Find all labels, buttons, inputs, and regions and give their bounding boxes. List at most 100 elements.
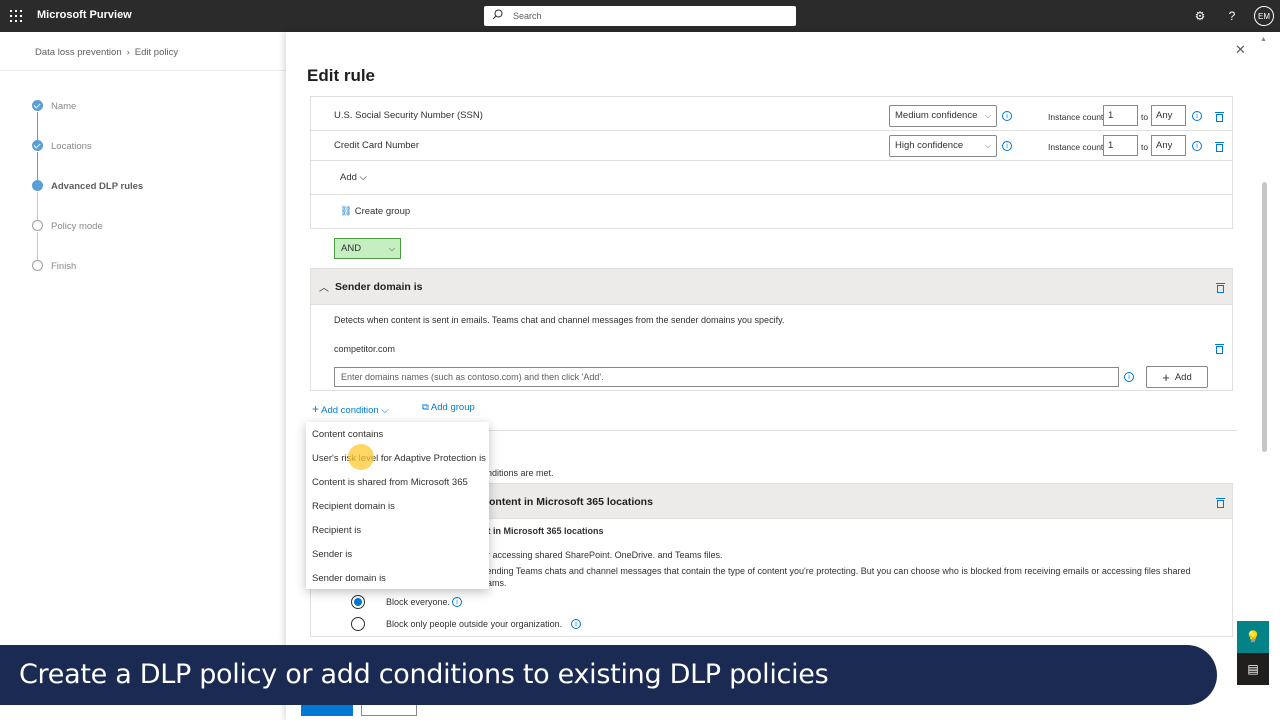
delete-icon[interactable]	[1215, 141, 1224, 152]
caption-text: Create a DLP policy or add conditions to…	[19, 659, 829, 690]
add-condition-button[interactable]: + Add condition ⌵	[312, 402, 389, 416]
delete-icon[interactable]	[1216, 497, 1225, 508]
step-pending-icon	[32, 220, 43, 231]
step-pending-icon	[32, 260, 43, 271]
search-placeholder: Search	[513, 11, 542, 21]
scrollbar[interactable]	[1262, 182, 1267, 452]
radio-label: Block everyone.	[386, 597, 451, 607]
search-input[interactable]: Search	[484, 6, 796, 26]
group-icon: ⧉	[422, 402, 429, 413]
step-connector	[37, 232, 38, 260]
feedback-icon[interactable]: ▤	[1237, 653, 1269, 685]
chevron-down-icon: ⌵	[388, 244, 395, 253]
add-domain-button[interactable]: + Add	[1146, 366, 1208, 388]
add-row: Add ⌵	[310, 161, 1232, 195]
info-icon[interactable]: i	[1192, 111, 1202, 121]
instance-count-label: Instance count	[1048, 142, 1104, 152]
breadcrumb-item[interactable]: Edit policy	[135, 47, 178, 58]
chevron-down-icon: ⌵	[984, 111, 991, 120]
plus-icon: +	[1162, 369, 1170, 385]
delete-icon[interactable]	[1215, 343, 1224, 354]
instance-min-input[interactable]: 1	[1103, 105, 1138, 126]
secondary-button[interactable]	[361, 704, 417, 716]
block-everyone-radio[interactable]	[351, 595, 365, 609]
confidence-dropdown[interactable]: Medium confidence ⌵	[889, 105, 997, 127]
delete-icon[interactable]	[1216, 282, 1225, 293]
domain-value: competitor.com	[334, 344, 396, 354]
delete-icon[interactable]	[1215, 111, 1224, 122]
sensitive-type-name: Credit Card Number	[334, 140, 419, 151]
menu-item[interactable]: Content is shared from Microsoft 365	[312, 477, 468, 488]
confidence-dropdown[interactable]: High confidence ⌵	[889, 135, 997, 157]
info-icon[interactable]: i	[1002, 111, 1012, 121]
sensitive-type-name: U.S. Social Security Number (SSN)	[334, 110, 483, 121]
step-complete-icon	[32, 100, 43, 111]
instance-max-input[interactable]: Any	[1151, 135, 1186, 156]
action-subtitle: nt in Microsoft 365 locations	[482, 526, 604, 536]
section-header[interactable]: ︿ Sender domain is	[310, 268, 1233, 305]
info-icon[interactable]: i	[1192, 141, 1202, 151]
info-icon[interactable]: i	[1002, 141, 1012, 151]
confidence-value: Medium confidence	[895, 110, 978, 121]
menu-item[interactable]: Sender is	[312, 549, 352, 560]
chevron-down-icon: ⌵	[381, 405, 389, 416]
step-connector	[37, 112, 38, 140]
conditions-text: onditions are met.	[482, 468, 554, 478]
step-connector	[37, 152, 38, 180]
step-label: Policy mode	[51, 221, 103, 232]
brand-title[interactable]: Microsoft Purview	[37, 9, 132, 21]
search-icon	[492, 9, 503, 23]
menu-item[interactable]: User's risk level for Adaptive Protectio…	[312, 453, 486, 464]
action-description: sending Teams chats and channel messages…	[482, 566, 1191, 576]
add-group-button[interactable]: ⧉ Add group	[422, 402, 475, 413]
create-group-button[interactable]: ⛓ Create group	[340, 206, 410, 217]
chevron-down-icon: ⌵	[984, 141, 991, 150]
info-icon[interactable]: i	[571, 619, 581, 629]
menu-item[interactable]: Recipient is	[312, 525, 361, 536]
section-description: Detects when content is sent in emails. …	[334, 315, 785, 325]
edit-rule-panel: ✕ Edit rule ▲ U.S. Social Security Numbe…	[286, 32, 1280, 720]
breadcrumb: Data loss prevention › Edit policy	[35, 47, 178, 58]
step-label: Finish	[51, 261, 77, 272]
primary-button[interactable]	[301, 704, 353, 716]
breadcrumb-item[interactable]: Data loss prevention	[35, 47, 122, 58]
plus-icon: +	[312, 402, 320, 416]
step-label: Locations	[51, 141, 92, 152]
scroll-up-icon[interactable]: ▲	[1260, 36, 1267, 43]
confidence-value: High confidence	[895, 140, 964, 151]
operator-dropdown[interactable]: AND ⌵	[334, 238, 401, 259]
info-icon[interactable]: i	[452, 597, 462, 607]
step-current-icon	[32, 180, 43, 191]
instance-min-input[interactable]: 1	[1103, 135, 1138, 156]
radio-label: Block only people outside your organizat…	[386, 619, 563, 629]
section-title: Sender domain is	[335, 281, 423, 293]
app-launcher-icon[interactable]	[10, 10, 22, 22]
divider	[0, 70, 286, 71]
step-connector	[37, 192, 38, 220]
close-icon[interactable]: ✕	[1235, 42, 1246, 58]
step-label: Name	[51, 101, 77, 112]
condition-menu: Content contains User's risk level for A…	[306, 422, 489, 589]
block-external-radio[interactable]	[351, 617, 365, 631]
menu-item[interactable]: Recipient domain is	[312, 501, 395, 512]
instance-max-input[interactable]: Any	[1151, 105, 1186, 126]
menu-item[interactable]: Content contains	[312, 429, 383, 440]
group-icon: ⛓	[340, 206, 353, 217]
info-icon[interactable]: i	[1124, 372, 1134, 382]
help-icon[interactable]: ?	[1224, 8, 1240, 24]
caption-banner: Create a DLP policy or add conditions to…	[0, 645, 1217, 705]
sensitive-type-row: Credit Card Number High confidence ⌵ i In…	[310, 131, 1232, 161]
domain-input[interactable]: Enter domains names (such as contoso.com…	[334, 367, 1119, 387]
step-complete-icon	[32, 140, 43, 151]
avatar[interactable]: EM	[1254, 6, 1274, 26]
to-label: to	[1141, 142, 1149, 152]
gear-icon[interactable]: ⚙	[1192, 8, 1208, 24]
chevron-up-icon[interactable]: ︿	[319, 279, 329, 294]
create-group-row: ⛓ Create group	[310, 195, 1232, 228]
help-assistant-icon[interactable]: 💡	[1237, 621, 1269, 653]
menu-item[interactable]: Sender domain is	[312, 573, 386, 584]
action-title: ontent in Microsoft 365 locations	[489, 496, 653, 508]
add-dropdown-button[interactable]: Add ⌵	[340, 172, 367, 183]
action-description: or accessing shared SharePoint. OneDrive…	[482, 550, 723, 560]
cursor-highlight	[348, 444, 374, 470]
